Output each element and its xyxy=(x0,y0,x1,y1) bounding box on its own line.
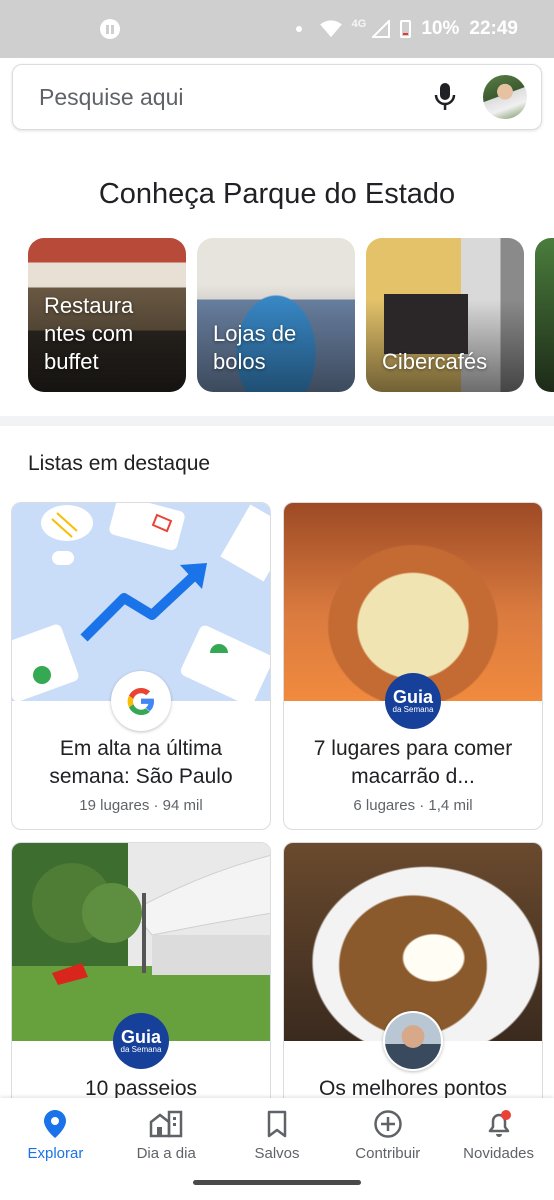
battery-icon xyxy=(400,20,412,38)
category-card-partial[interactable] xyxy=(535,238,554,392)
nav-salvos[interactable]: Salvos xyxy=(222,1098,333,1172)
location-pin-icon xyxy=(44,1109,67,1139)
guia-da-semana-logo: Guia da Semana xyxy=(111,1011,171,1071)
category-card-cake-shops[interactable]: Lojas de bolos xyxy=(197,238,355,392)
microphone-icon[interactable] xyxy=(425,77,465,117)
nav-label: Salvos xyxy=(254,1144,300,1162)
nav-label: Contribuir xyxy=(355,1144,421,1162)
card-meta: 19 lugares · 94 mil xyxy=(79,797,203,814)
pause-icon xyxy=(100,19,120,39)
wifi-icon xyxy=(319,20,342,38)
search-input[interactable] xyxy=(39,83,425,111)
featured-list-card[interactable]: Os melhores pontos xyxy=(283,842,543,1142)
signal-icon xyxy=(372,20,391,38)
guia-logo-small: da Semana xyxy=(392,704,434,714)
nav-label: Explorar xyxy=(27,1144,84,1162)
card-meta: 6 lugares · 1,4 mil xyxy=(353,797,473,814)
nav-novidades[interactable]: Novidades xyxy=(443,1098,554,1172)
nav-explorar[interactable]: Explorar xyxy=(0,1098,111,1172)
category-label: Cibercafés xyxy=(382,349,488,374)
featured-list-card[interactable]: Em alta na última semana: São Paulo 19 l… xyxy=(11,502,271,830)
featured-lists-title: Listas em destaque xyxy=(28,452,211,475)
guia-da-semana-logo: Guia da Semana xyxy=(383,671,443,731)
category-label: Lojas de bolos xyxy=(213,321,297,374)
featured-list-card[interactable]: Guia da Semana 7 lugares para comer macar… xyxy=(283,502,543,830)
add-circle-icon xyxy=(373,1109,403,1139)
google-logo-icon xyxy=(111,671,171,731)
nav-contribuir[interactable]: Contribuir xyxy=(332,1098,443,1172)
clock: 22:49 xyxy=(469,18,518,39)
city-icon xyxy=(149,1109,183,1139)
category-card-buffet-restaurants[interactable]: Restaura ntes com buffet xyxy=(28,238,186,392)
bell-icon xyxy=(484,1109,514,1139)
account-avatar[interactable] xyxy=(483,75,527,119)
guia-logo-small: da Semana xyxy=(120,1044,162,1054)
guia-logo-big: Guia xyxy=(120,1026,161,1047)
nav-label: Dia a dia xyxy=(136,1144,196,1162)
nav-label: Novidades xyxy=(463,1144,535,1162)
battery-percentage: 10% xyxy=(421,18,460,39)
card-title: 7 lugares para comer macarrão d... xyxy=(313,737,513,788)
featured-list-card[interactable]: Guia da Semana 10 passeios xyxy=(11,842,271,1142)
bookmark-icon xyxy=(266,1109,288,1139)
card-title: Em alta na última semana: São Paulo xyxy=(49,737,233,788)
explore-title: Conheça Parque do Estado xyxy=(98,178,456,210)
category-carousel[interactable]: Restaura ntes com buffet Lojas de bolos … xyxy=(28,238,554,392)
nav-dia-a-dia[interactable]: Dia a dia xyxy=(111,1098,222,1172)
search-bar[interactable] xyxy=(12,64,542,130)
category-label: Restaura ntes com buffet xyxy=(44,293,134,374)
category-card-internet-cafes[interactable]: Cibercafés xyxy=(366,238,524,392)
notification-dot-icon xyxy=(295,26,302,32)
bottom-navigation: Explorar Dia a dia Salvos Contribuir Nov… xyxy=(0,1098,554,1200)
home-indicator[interactable] xyxy=(193,1180,361,1185)
status-bar: 4G 10% 22:49 xyxy=(0,0,554,58)
section-divider xyxy=(0,416,554,426)
network-type-badge: 4G xyxy=(351,18,367,30)
guia-logo-big: Guia xyxy=(392,686,433,707)
author-avatar xyxy=(383,1011,443,1071)
